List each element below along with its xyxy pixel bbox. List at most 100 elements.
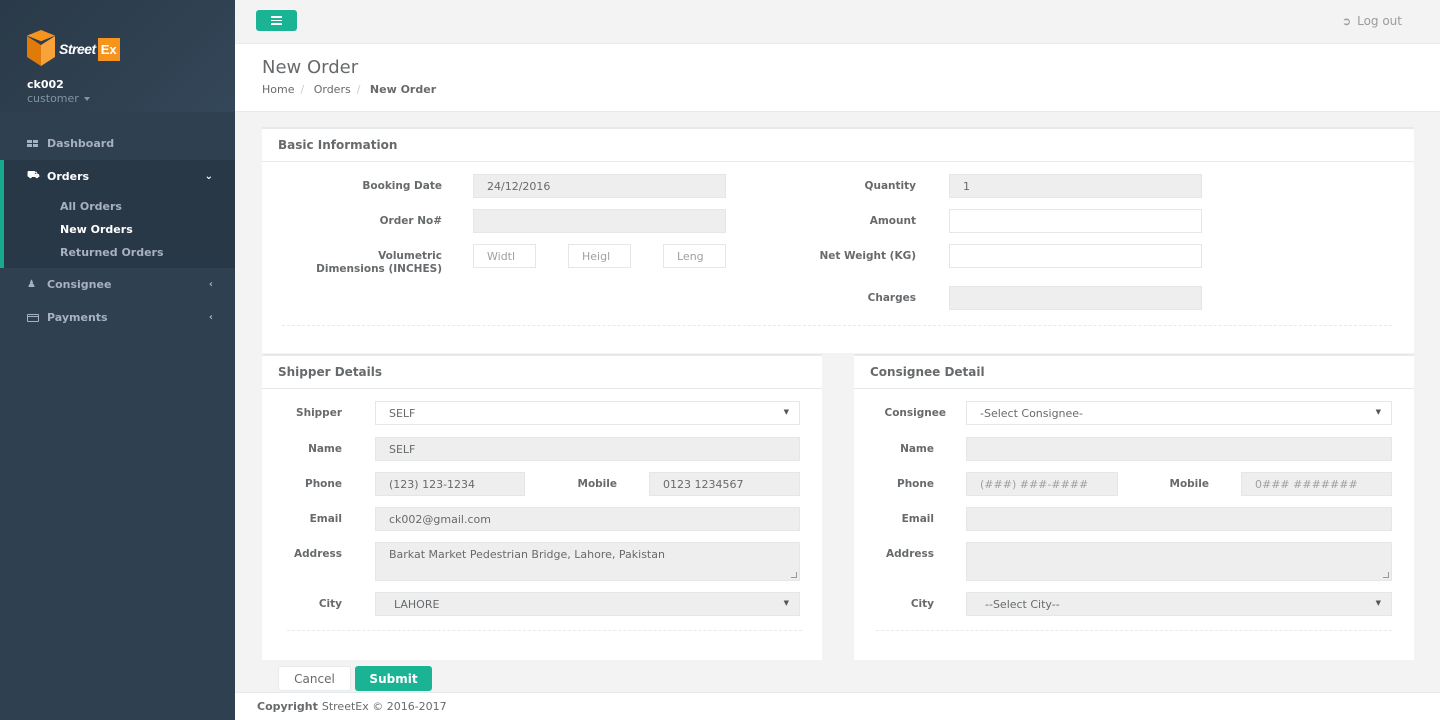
chevron-left-icon: ‹ [208,279,213,290]
consignee-name-input[interactable] [966,437,1392,461]
divider [876,630,1392,631]
divider [287,630,802,631]
role-dropdown[interactable]: customer [27,92,235,105]
length-input[interactable]: Leng [663,244,726,268]
submit-button[interactable]: Submit [355,666,432,691]
sidebar-item-label: Orders [47,170,90,183]
breadcrumb-orders[interactable]: Orders [314,83,351,96]
shipper-address-textarea[interactable]: Barkat Market Pedestrian Bridge, Lahore,… [375,542,800,581]
copyright-text: StreetEx © 2016-2017 [321,700,447,713]
truck-icon: ⛟ [27,170,40,181]
amount-label: Amount [869,215,916,227]
shipper-city-label: City [318,598,342,610]
basic-information-panel: Basic Information Booking Date 24/12/201… [262,127,1414,353]
shipper-city-select[interactable]: LAHORE ▼ [375,592,800,616]
shipper-address-value: Barkat Market Pedestrian Bridge, Lahore,… [389,548,665,561]
height-input[interactable]: Heigl [568,244,631,268]
consignee-mobile-input[interactable]: 0### ####### [1241,472,1392,496]
consignee-select-value: -Select Consignee- [980,406,1084,420]
shipper-email-input[interactable]: ck002@gmail.com [375,507,800,531]
chevron-down-icon: ⌄ [204,171,213,182]
shipper-mobile-label: Mobile [577,478,618,490]
credit-card-icon [27,313,41,322]
net-weight-label: Net Weight (KG) [819,250,916,262]
sidebar: Street Ex ck002 customer Dashboard ⛟ Ord… [0,0,235,720]
role-label: customer [27,92,79,105]
menu-toggle-button[interactable] [256,10,297,31]
caret-down-icon [84,97,91,101]
breadcrumb: Home / Orders / New Order [262,83,437,96]
consignee-city-value: --Select City-- [985,597,1060,611]
consignee-email-input[interactable] [966,507,1392,531]
consignee-phone-input[interactable]: (###) ###-#### [966,472,1118,496]
resize-grip-icon[interactable] [1383,572,1389,578]
caret-down-icon: ▼ [783,599,789,607]
cube-logo-icon [27,30,55,68]
sidebar-item-label: Consignee [47,278,112,291]
shipper-address-label: Address [294,548,342,560]
users-icon: ♟ [27,279,36,290]
volumetric-dimensions-label: Volumetric Dimensions (INCHES) [282,250,442,276]
panel-title: Basic Information [262,129,1414,162]
shipper-label: Shipper [296,407,342,419]
vol-label-line2: Dimensions (INCHES) [316,263,442,275]
shipper-details-panel: Shipper Details Shipper SELF ▼ Name SELF … [262,354,822,660]
profile-header: Street Ex ck002 customer [0,0,235,112]
footer: Copyright StreetEx © 2016-2017 [235,692,1440,720]
charges-label: Charges [867,292,916,304]
page-heading: New Order Home / Orders / New Order [235,44,1440,112]
sidebar-item-label: Dashboard [47,137,115,150]
sidebar-item-payments[interactable]: Payments ‹ [0,301,235,334]
shipper-name-input[interactable]: SELF [375,437,800,461]
resize-grip-icon[interactable] [791,572,797,578]
grid-icon [27,140,41,147]
shipper-city-value: LAHORE [394,597,440,611]
consignee-select[interactable]: -Select Consignee- ▼ [966,401,1392,425]
consignee-address-textarea[interactable] [966,542,1392,581]
consignee-detail-panel: Consignee Detail Consignee -Select Consi… [854,354,1414,660]
caret-down-icon: ▼ [1375,599,1381,607]
booking-date-label: Booking Date [362,180,442,192]
logout-label: Log out [1357,14,1402,28]
panel-title: Shipper Details [262,356,822,389]
shipper-email-label: Email [309,513,342,525]
copyright-label: Copyright [257,700,318,713]
shipper-phone-input[interactable]: (123) 123-1234 [375,472,525,496]
caret-down-icon: ▼ [783,408,789,416]
caret-down-icon: ▼ [1375,408,1381,416]
consignee-name-label: Name [900,443,934,455]
consignee-city-select[interactable]: --Select City-- ▼ [966,592,1392,616]
breadcrumb-home[interactable]: Home [262,83,294,96]
order-no-label: Order No# [379,215,442,227]
charges-input[interactable] [949,286,1202,310]
sidebar-subitem-all-orders[interactable]: All Orders [4,195,235,218]
cancel-button[interactable]: Cancel [278,666,351,691]
width-input[interactable]: Widtl [473,244,536,268]
shipper-select-value: SELF [389,406,416,420]
amount-input[interactable] [949,209,1202,233]
sidebar-item-orders[interactable]: ⛟ Orders ⌄ [0,160,235,193]
consignee-email-label: Email [901,513,934,525]
shipper-select[interactable]: SELF ▼ [375,401,800,425]
sidebar-subitem-new-orders[interactable]: New Orders [4,218,235,241]
sidebar-subitem-returned-orders[interactable]: Returned Orders [4,241,235,264]
chevron-left-icon: ‹ [208,312,213,323]
quantity-label: Quantity [864,180,916,192]
consignee-label: Consignee [884,407,946,419]
breadcrumb-current: New Order [369,83,437,96]
page-title: New Order [262,57,359,78]
booking-date-input[interactable]: 24/12/2016 [473,174,726,198]
consignee-mobile-label: Mobile [1169,478,1210,490]
streetex-logo[interactable]: Street Ex [27,26,235,72]
logout-link[interactable]: ➲ Log out [1342,14,1402,28]
sign-out-icon: ➲ [1341,14,1352,28]
panel-title: Consignee Detail [854,356,1414,389]
username: ck002 [27,78,64,91]
quantity-input[interactable]: 1 [949,174,1202,198]
sidebar-item-consignee[interactable]: ♟ Consignee ‹ [0,268,235,301]
logo-ex: Ex [97,37,120,61]
shipper-mobile-input[interactable]: 0123 1234567 [649,472,800,496]
order-no-input[interactable] [473,209,726,233]
sidebar-item-dashboard[interactable]: Dashboard [0,127,235,160]
net-weight-input[interactable] [949,244,1202,268]
